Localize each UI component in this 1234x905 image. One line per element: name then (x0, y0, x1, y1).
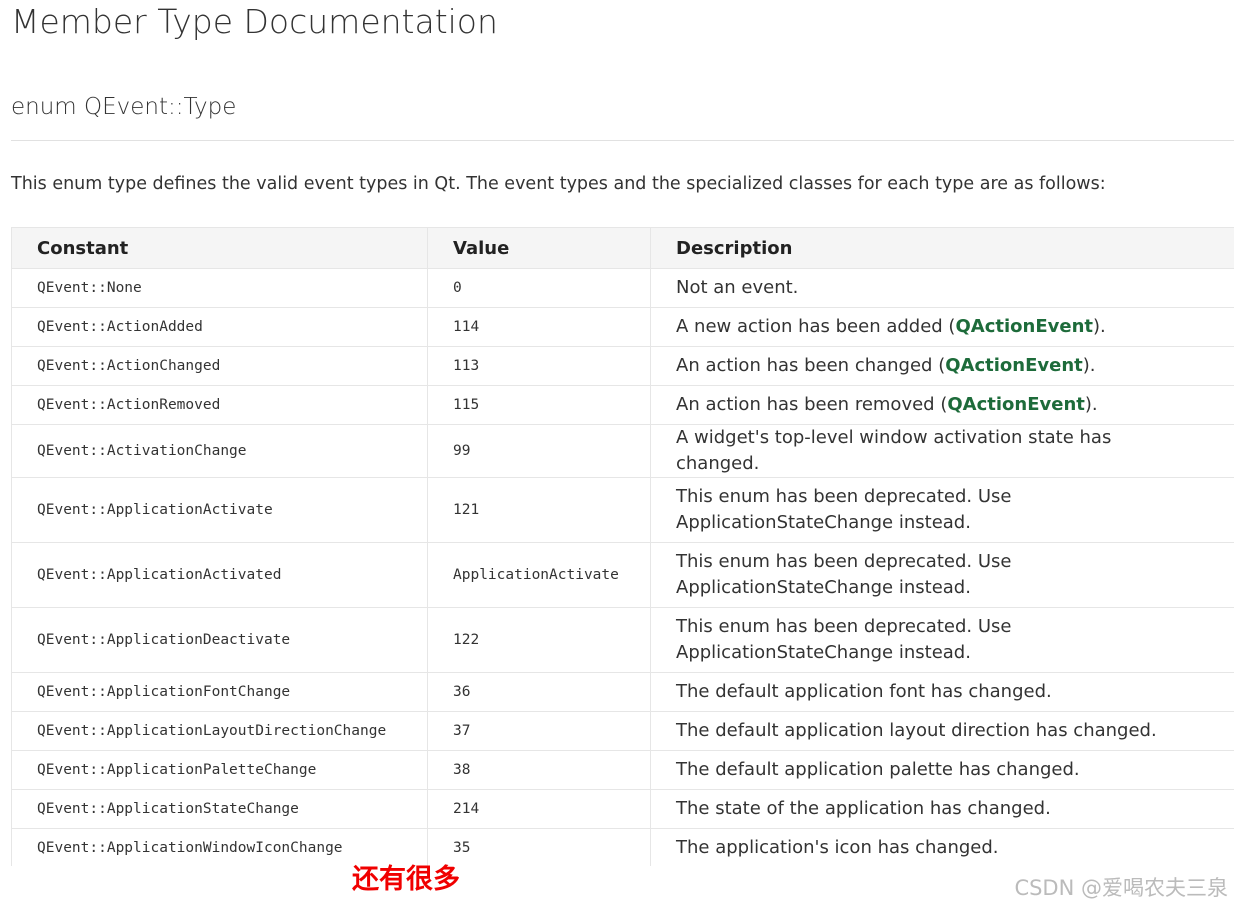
table-row: QEvent::ApplicationActivate 121 This enu… (11, 477, 1234, 543)
description-cell: An action has been removed (QActionEvent… (650, 385, 1234, 425)
constant-cell: QEvent::ApplicationStateChange (11, 789, 428, 829)
table-row: QEvent::ApplicationActivated Application… (11, 542, 1234, 608)
description-cell: A widget's top-level window activation s… (650, 424, 1234, 478)
description-cell: This enum has been deprecated. Use Appli… (650, 542, 1234, 608)
qactionevent-link[interactable]: QActionEvent (945, 355, 1083, 376)
constant-cell: QEvent::ApplicationLayoutDirectionChange (11, 711, 428, 751)
value-cell: 35 (427, 828, 651, 866)
value-cell: 37 (427, 711, 651, 751)
description-text: A new action has been added ( (676, 316, 956, 337)
table-row: QEvent::ApplicationPaletteChange 38 The … (11, 750, 1234, 790)
description-cell: The application's icon has changed. (650, 828, 1234, 866)
table-row: QEvent::ActivationChange 99 A widget's t… (11, 424, 1234, 478)
table-row: QEvent::ApplicationFontChange 36 The def… (11, 672, 1234, 712)
value-cell: 115 (427, 385, 651, 425)
description-text: ). (1082, 355, 1096, 376)
table-header-row: Constant Value Description (11, 227, 1234, 269)
table-row: QEvent::None 0 Not an event. (11, 268, 1234, 308)
csdn-watermark: CSDN @爱喝农夫三泉 (1014, 876, 1228, 900)
description-cell: The default application layout direction… (650, 711, 1234, 751)
section-divider (11, 140, 1234, 141)
description-cell: This enum has been deprecated. Use Appli… (650, 607, 1234, 673)
table-row: QEvent::ApplicationStateChange 214 The s… (11, 789, 1234, 829)
description-text: ). (1084, 394, 1098, 415)
description-cell: The state of the application has changed… (650, 789, 1234, 829)
intro-text: This enum type defines the valid event t… (11, 174, 1106, 194)
table-row: QEvent::ApplicationWindowIconChange 35 T… (11, 828, 1234, 866)
constant-cell: QEvent::ApplicationPaletteChange (11, 750, 428, 790)
header-description: Description (650, 227, 1234, 269)
description-cell: The default application palette has chan… (650, 750, 1234, 790)
value-cell: 38 (427, 750, 651, 790)
constant-cell: QEvent::ApplicationActivate (11, 477, 428, 543)
value-cell: 0 (427, 268, 651, 308)
value-cell: ApplicationActivate (427, 542, 651, 608)
more-items-note: 还有很多 (352, 864, 460, 895)
description-cell: A new action has been added (QActionEven… (650, 307, 1234, 347)
constant-cell: QEvent::ActivationChange (11, 424, 428, 478)
constant-cell: QEvent::ApplicationActivated (11, 542, 428, 608)
table-row: QEvent::ActionChanged 113 An action has … (11, 346, 1234, 386)
qactionevent-link[interactable]: QActionEvent (955, 316, 1093, 337)
table-row: QEvent::ApplicationDeactivate 122 This e… (11, 607, 1234, 673)
table-row: QEvent::ActionAdded 114 A new action has… (11, 307, 1234, 347)
constant-cell: QEvent::None (11, 268, 428, 308)
description-text: An action has been removed ( (676, 394, 948, 415)
description-cell: Not an event. (650, 268, 1234, 308)
enum-table: Constant Value Description QEvent::None … (11, 227, 1234, 866)
constant-cell: QEvent::ApplicationFontChange (11, 672, 428, 712)
value-cell: 122 (427, 607, 651, 673)
constant-cell: QEvent::ActionAdded (11, 307, 428, 347)
description-text: ). (1092, 316, 1106, 337)
enum-title: enum QEvent::Type (11, 94, 237, 120)
value-cell: 99 (427, 424, 651, 478)
constant-cell: QEvent::ApplicationDeactivate (11, 607, 428, 673)
description-cell: The default application font has changed… (650, 672, 1234, 712)
table-row: QEvent::ActionRemoved 115 An action has … (11, 385, 1234, 425)
header-constant: Constant (11, 227, 428, 269)
description-text: An action has been changed ( (676, 355, 946, 376)
value-cell: 214 (427, 789, 651, 829)
value-cell: 121 (427, 477, 651, 543)
header-value: Value (427, 227, 651, 269)
value-cell: 113 (427, 346, 651, 386)
value-cell: 114 (427, 307, 651, 347)
value-cell: 36 (427, 672, 651, 712)
constant-cell: QEvent::ActionChanged (11, 346, 428, 386)
table-row: QEvent::ApplicationLayoutDirectionChange… (11, 711, 1234, 751)
description-cell: This enum has been deprecated. Use Appli… (650, 477, 1234, 543)
page-title: Member Type Documentation (11, 2, 498, 41)
constant-cell: QEvent::ActionRemoved (11, 385, 428, 425)
qactionevent-link[interactable]: QActionEvent (947, 394, 1085, 415)
description-cell: An action has been changed (QActionEvent… (650, 346, 1234, 386)
